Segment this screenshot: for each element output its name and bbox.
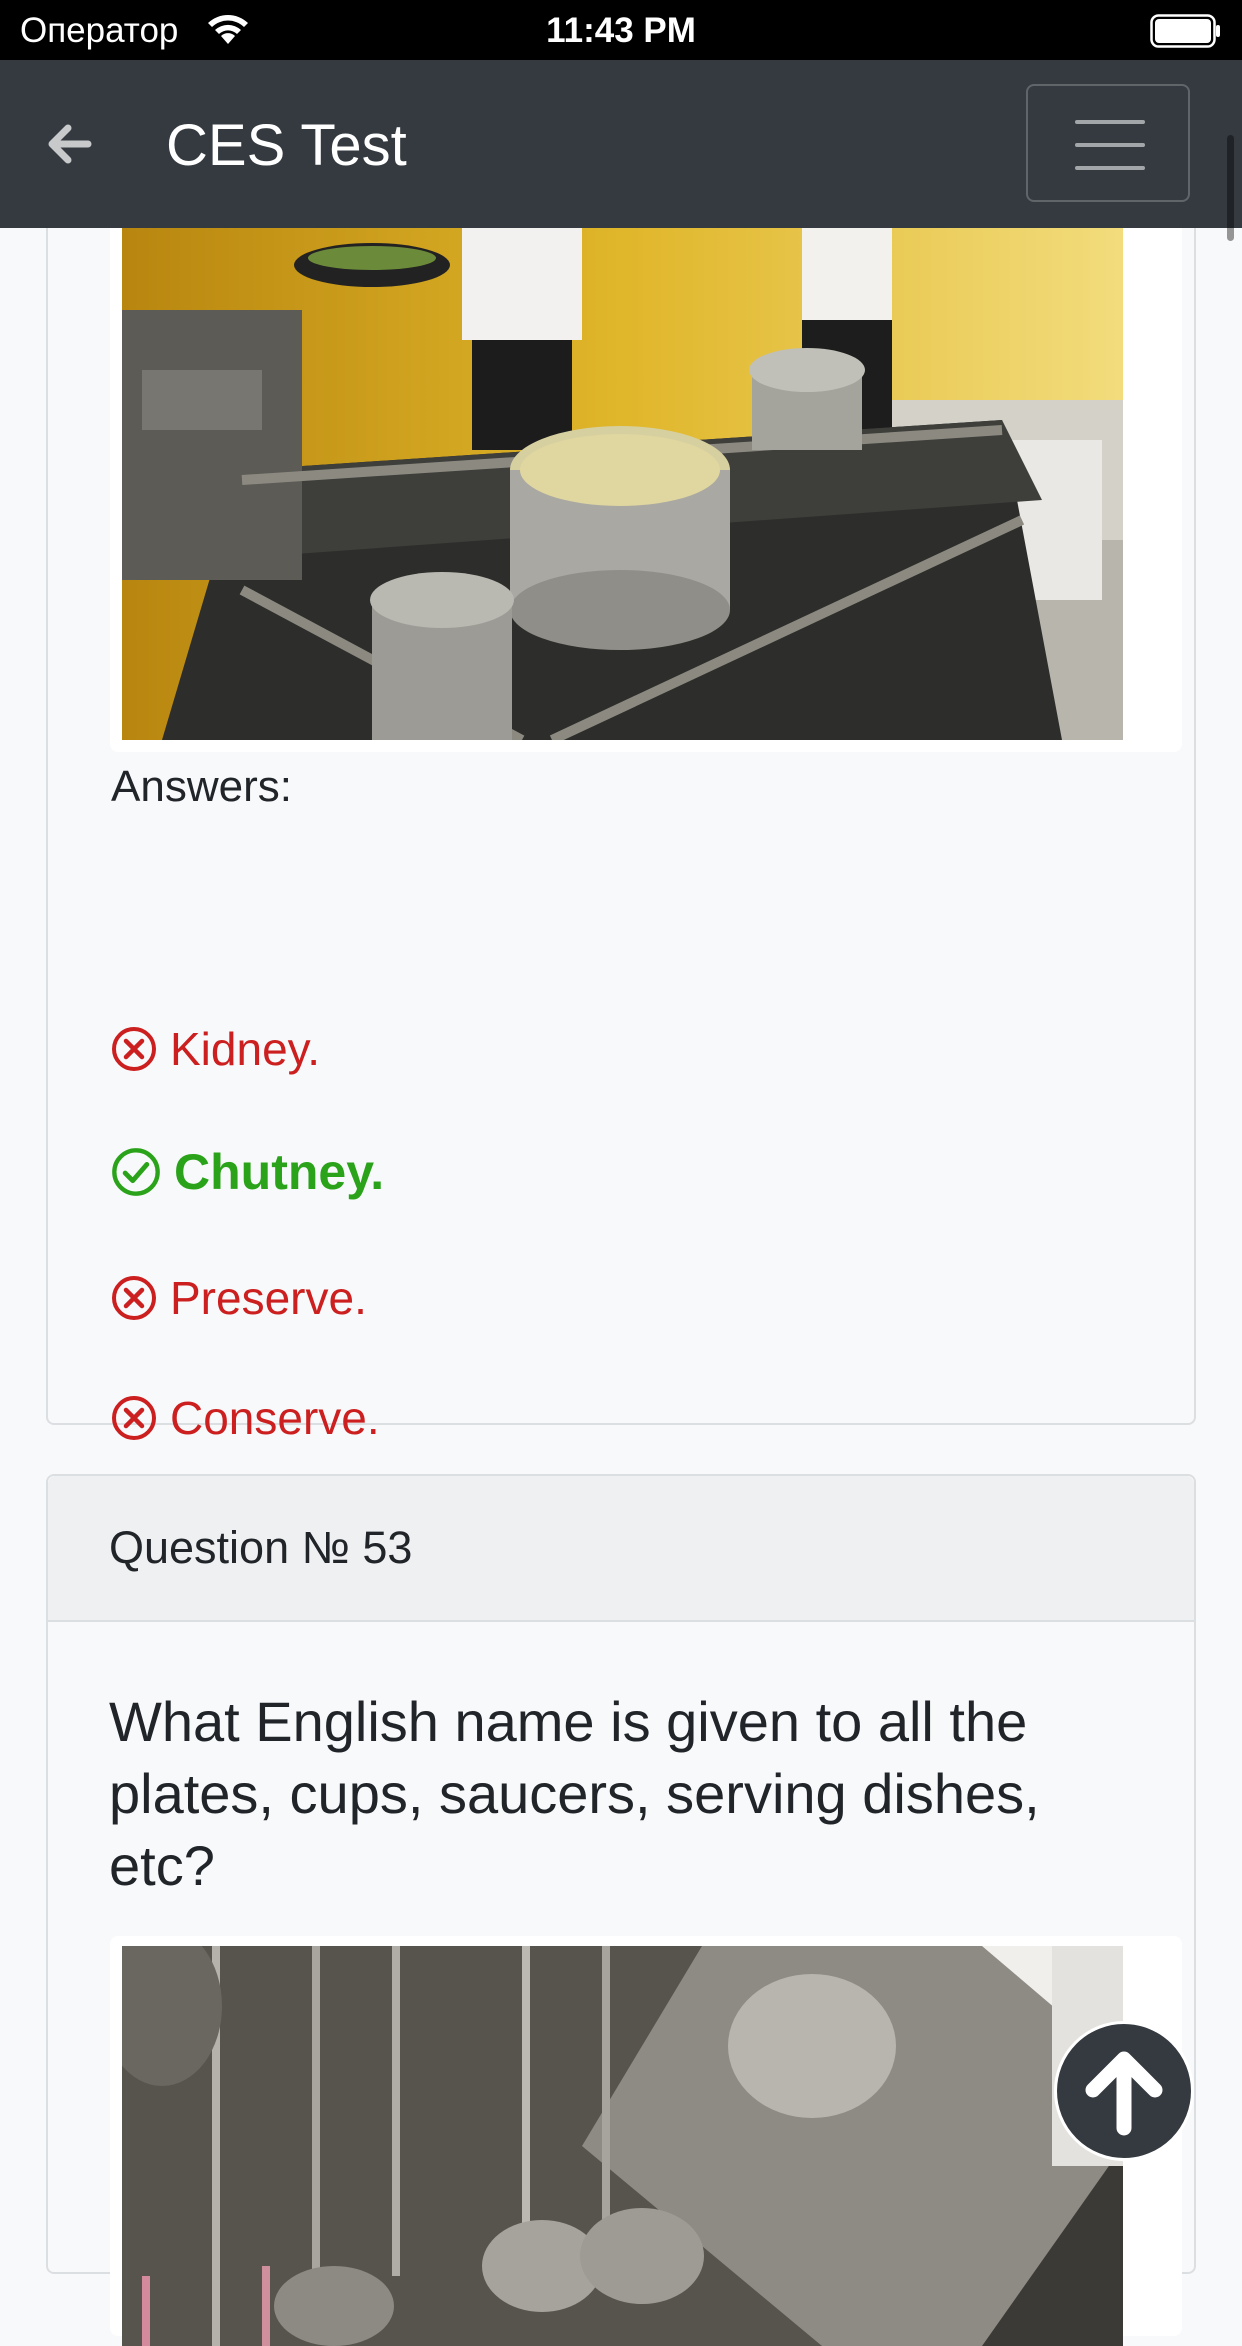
hamburger-icon (1075, 120, 1145, 124)
question-image-frame (110, 1936, 1182, 2346)
answer-option: Preserve. (110, 1271, 367, 1325)
top-navbar: CES Test (0, 60, 1242, 228)
answer-option: Kidney. (110, 1022, 320, 1076)
question-text: What English name is given to all the pl… (109, 1690, 1040, 1897)
answer-text: Conserve. (170, 1392, 380, 1444)
kitchen-photo (122, 140, 1123, 740)
scroll-to-top-button[interactable] (1054, 2021, 1194, 2161)
status-bar: Оператор 11:43 PM (0, 0, 1242, 60)
question-card: Question № 53 What English name is given… (46, 1474, 1196, 2346)
question-image-frame (110, 140, 1182, 752)
answers-label: Answers: (111, 762, 292, 811)
answer-option-correct: Chutney. (110, 1143, 384, 1201)
x-circle-icon (112, 1027, 156, 1071)
question-card-header: Question № 53 (48, 1476, 1194, 1622)
question-number: Question № 53 (109, 1522, 413, 1573)
question-card: Answers: Kidney. Chutney. Preserve. Cons… (46, 140, 1196, 1444)
answer-text: Chutney. (174, 1144, 385, 1200)
answer-text: Kidney. (170, 1023, 321, 1075)
clock: 11:43 PM (546, 11, 696, 50)
check-circle-icon (112, 1148, 160, 1196)
x-circle-icon (112, 1396, 156, 1440)
battery-icon (1150, 14, 1222, 53)
menu-toggle-button[interactable] (1026, 84, 1190, 202)
answer-text: Preserve. (170, 1272, 367, 1324)
x-circle-icon (112, 1276, 156, 1320)
answer-option: Conserve. (110, 1391, 380, 1445)
utensils-photo (122, 1946, 1123, 2346)
scroll-indicator[interactable] (1227, 135, 1234, 241)
arrow-up-icon (1085, 2051, 1163, 2136)
page-title: CES Test (166, 113, 407, 178)
back-arrow-icon[interactable] (42, 120, 94, 168)
